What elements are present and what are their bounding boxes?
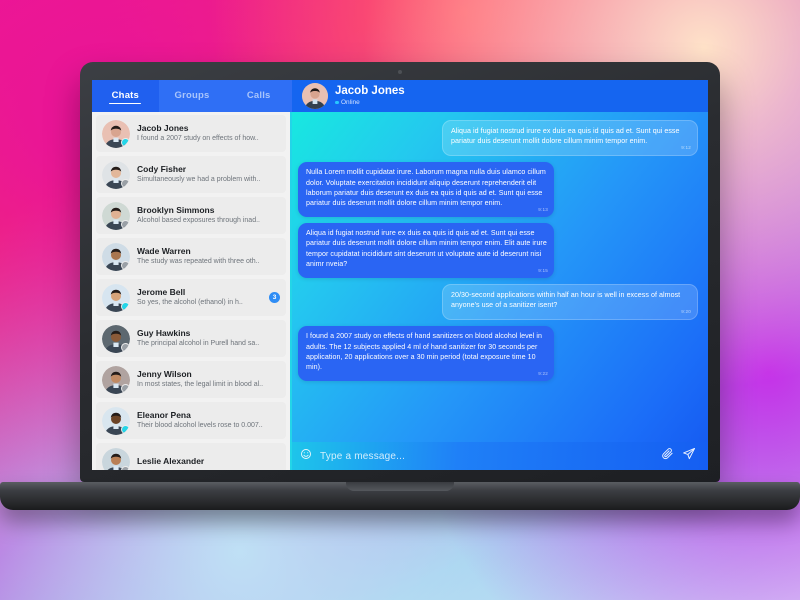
emoji-icon[interactable] — [300, 447, 312, 465]
tab-calls[interactable]: Calls — [225, 80, 292, 112]
avatar-illustration — [302, 83, 328, 109]
chat-item-name: Jerome Bell — [137, 287, 186, 297]
chat-list-item[interactable]: Jenny Wilson In most states, the legal li… — [96, 361, 286, 398]
received-message-bubble[interactable]: Nulla Lorem mollit cupidatat irure. Labo… — [298, 162, 554, 218]
webcam-icon — [398, 70, 402, 74]
message-row: 20/30-second applications within half an… — [298, 284, 698, 321]
peer-status-label: Online — [341, 99, 360, 106]
message-text: Nulla Lorem mollit cupidatat irure. Labo… — [306, 168, 546, 208]
app-body: Jacob Jones I found a 2007 study on effec… — [92, 112, 708, 470]
contact-avatar — [102, 406, 130, 435]
app-top-bar: Chats Groups Calls Jacob Jones Online — [92, 80, 708, 112]
sent-message-bubble[interactable]: 20/30-second applications within half an… — [442, 284, 698, 321]
chat-item-preview: In most states, the legal limit in blood… — [137, 381, 264, 388]
chat-item-name: Jacob Jones — [137, 123, 189, 133]
laptop-lid: Chats Groups Calls Jacob Jones Online Ja… — [80, 62, 720, 482]
chat-list-item[interactable]: Eleanor Pena Their blood alcohol levels r… — [96, 402, 286, 439]
message-text: Aliqua id fugiat nostrud irure ex duis e… — [306, 229, 547, 268]
message-timestamp: 9:12 — [681, 145, 691, 151]
chat-item-preview: Simultaneously we had a problem with.. — [137, 176, 261, 183]
chat-list-item[interactable]: Jerome Bell So yes, the alcohol (ethanol)… — [96, 279, 286, 316]
chat-item-name: Guy Hawkins — [137, 328, 191, 338]
chat-item-name: Cody Fisher — [137, 164, 187, 174]
message-text: 20/30-second applications within half an… — [451, 291, 681, 310]
peer-name: Jacob Jones — [335, 85, 405, 97]
chat-item-text: Brooklyn Simmons Alcohol based exposures … — [137, 205, 280, 226]
message-timestamp: 9:22 — [538, 371, 548, 377]
contact-avatar — [102, 201, 130, 230]
chat-item-text: Jerome Bell So yes, the alcohol (ethanol)… — [137, 287, 262, 308]
chat-panel: Aliqua id fugiat nostrud irure ex duis e… — [292, 112, 708, 470]
contact-avatar — [102, 119, 130, 148]
tab-chats[interactable]: Chats — [92, 80, 159, 112]
contact-avatar — [102, 447, 130, 470]
chat-list-item[interactable]: Wade Warren The study was repeated with t… — [96, 238, 286, 275]
chat-item-name: Brooklyn Simmons — [137, 205, 215, 215]
message-timestamp: 9:15 — [538, 267, 548, 273]
chat-item-name: Eleanor Pena — [137, 410, 191, 420]
laptop-base-notch — [346, 482, 454, 491]
contact-avatar — [102, 365, 130, 394]
message-input[interactable] — [320, 450, 653, 462]
sent-message-bubble[interactable]: Aliqua id fugiat nostrud irure ex duis e… — [442, 120, 698, 157]
contact-avatar — [102, 242, 130, 271]
chat-item-text: Wade Warren The study was repeated with t… — [137, 246, 280, 267]
chat-item-text: Eleanor Pena Their blood alcohol levels r… — [137, 410, 280, 431]
message-text: I found a 2007 study on effects of hand … — [306, 332, 542, 372]
message-timestamp: 9:20 — [681, 309, 691, 315]
chat-list-item[interactable]: Cody Fisher Simultaneously we had a probl… — [96, 156, 286, 193]
message-row: I found a 2007 study on effects of hand … — [298, 326, 698, 382]
conversation-header: Jacob Jones Online — [292, 80, 708, 112]
message-text: Aliqua id fugiat nostrud irure ex duis e… — [451, 127, 680, 146]
chat-item-preview: So yes, the alcohol (ethanol) in h.. — [137, 299, 243, 306]
chat-item-text: Jacob Jones I found a 2007 study on effec… — [137, 123, 280, 144]
chat-list[interactable]: Jacob Jones I found a 2007 study on effec… — [92, 112, 292, 470]
laptop-base — [0, 482, 800, 510]
contact-avatar — [102, 283, 130, 312]
peer-avatar[interactable] — [302, 83, 328, 109]
message-row: Aliqua id fugiat nostrud irure ex duis e… — [298, 120, 698, 157]
chat-item-text: Leslie Alexander — [137, 456, 280, 467]
contact-avatar — [102, 160, 130, 189]
tab-groups[interactable]: Groups — [159, 80, 226, 112]
chat-list-item[interactable]: Leslie Alexander — [96, 443, 286, 470]
chat-item-preview: The principal alcohol in Purell hand sa.… — [137, 340, 260, 347]
message-composer — [292, 442, 708, 470]
send-icon[interactable] — [682, 447, 696, 466]
chat-item-name: Wade Warren — [137, 246, 191, 256]
desktop-background: Chats Groups Calls Jacob Jones Online Ja… — [0, 0, 800, 600]
message-list: Aliqua id fugiat nostrud irure ex duis e… — [292, 112, 708, 442]
chat-list-item[interactable]: Jacob Jones I found a 2007 study on effec… — [96, 115, 286, 152]
chat-item-name: Jenny Wilson — [137, 369, 192, 379]
received-message-bubble[interactable]: Aliqua id fugiat nostrud irure ex duis e… — [298, 223, 554, 279]
chat-list-item[interactable]: Guy Hawkins The principal alcohol in Pure… — [96, 320, 286, 357]
chat-item-preview: Their blood alcohol levels rose to 0.007… — [137, 422, 263, 429]
chat-item-text: Cody Fisher Simultaneously we had a probl… — [137, 164, 280, 185]
message-row: Aliqua id fugiat nostrud irure ex duis e… — [298, 223, 698, 279]
peer-info: Jacob Jones Online — [335, 85, 405, 107]
chat-item-text: Jenny Wilson In most states, the legal li… — [137, 369, 280, 390]
chat-item-preview: I found a 2007 study on effects of how.. — [137, 135, 259, 142]
app-screen: Chats Groups Calls Jacob Jones Online Ja… — [92, 80, 708, 470]
chat-list-item[interactable]: Brooklyn Simmons Alcohol based exposures … — [96, 197, 286, 234]
chat-item-text: Guy Hawkins The principal alcohol in Pure… — [137, 328, 280, 349]
peer-status: Online — [335, 98, 405, 107]
message-row: Nulla Lorem mollit cupidatat irure. Labo… — [298, 162, 698, 218]
contact-avatar — [102, 324, 130, 353]
received-message-bubble[interactable]: I found a 2007 study on effects of hand … — [298, 326, 554, 382]
laptop-mockup: Chats Groups Calls Jacob Jones Online Ja… — [0, 62, 800, 510]
message-timestamp: 9:13 — [538, 207, 548, 213]
attach-icon[interactable] — [661, 447, 674, 465]
unread-badge: 3 — [269, 292, 280, 303]
chat-item-preview: The study was repeated with three oth.. — [137, 258, 260, 265]
chat-item-name: Leslie Alexander — [137, 456, 205, 466]
chat-item-preview: Alcohol based exposures through inad.. — [137, 217, 260, 224]
tab-bar: Chats Groups Calls — [92, 80, 292, 112]
online-dot-icon — [335, 100, 339, 105]
